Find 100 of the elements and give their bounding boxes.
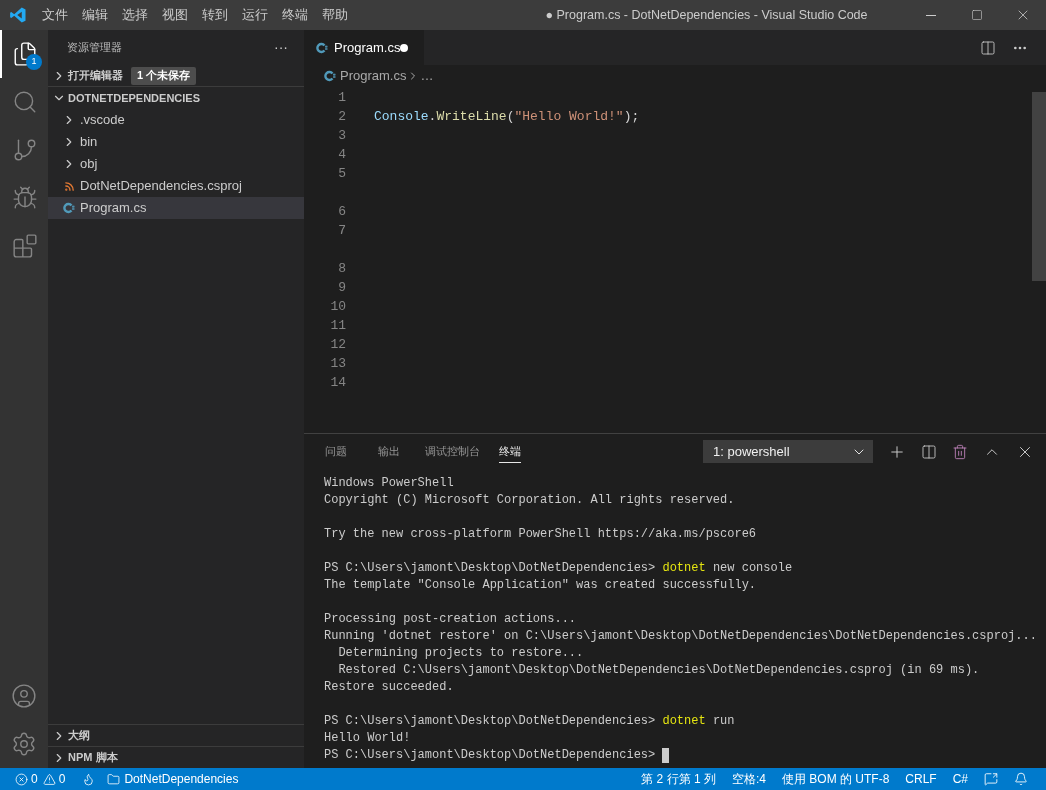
line-number: 8 bbox=[337, 259, 346, 278]
maximize-icon bbox=[971, 9, 983, 21]
menu-item[interactable]: 转到 bbox=[195, 5, 235, 25]
terminal-line: Copyright (C) Microsoft Corporation. All rights reserved. bbox=[324, 492, 735, 509]
terminal-line: Restored C:\Users\jamont\Desktop\DotNetDependencies\DotNetDependencies.csproj (in 69 ms). bbox=[337, 662, 980, 679]
code-line: Console.WriteLine("Hello World!"); bbox=[374, 107, 640, 126]
file-tree-item[interactable]: .vscode bbox=[48, 109, 304, 131]
line-number: 5 bbox=[337, 164, 346, 183]
terminal-line: PS C:\Users\jamont\Desktop\DotNetDependencies> bbox=[324, 747, 657, 764]
menu-item[interactable]: 文件 bbox=[35, 5, 75, 25]
split-terminal-icon[interactable] bbox=[921, 443, 937, 460]
line-number: 10 bbox=[329, 297, 346, 316]
scrollbar-thumb[interactable] bbox=[1032, 92, 1046, 281]
terminal-select[interactable]: 1: powershell bbox=[703, 440, 873, 463]
branch-icon bbox=[12, 137, 38, 163]
line-number: 3 bbox=[337, 126, 346, 145]
line-number: 2 bbox=[337, 107, 346, 126]
file-tree-item[interactable]: obj bbox=[48, 153, 304, 175]
error-count: 0 bbox=[31, 771, 38, 788]
line-number: 14 bbox=[329, 373, 346, 392]
csharp-file-icon bbox=[316, 41, 328, 54]
trash-icon[interactable] bbox=[952, 443, 968, 460]
terminal-line: Windows PowerShell bbox=[324, 475, 454, 492]
file-tree-item[interactable]: DotNetDependencies.csproj bbox=[48, 175, 304, 197]
section-label: 打开编辑器 bbox=[68, 68, 123, 84]
status-item[interactable]: 使用 BOM 的 UTF-8 bbox=[773, 770, 898, 788]
line-number: 7 bbox=[337, 221, 346, 240]
folder-status[interactable]: DotNetDependencies bbox=[107, 770, 239, 788]
line-number: 12 bbox=[329, 335, 346, 354]
status-item[interactable]: 空格:4 bbox=[723, 770, 774, 788]
warning-icon bbox=[42, 772, 56, 786]
flame-icon[interactable] bbox=[82, 772, 96, 786]
files-icon bbox=[12, 41, 38, 67]
terminal-line: Determining projects to restore... bbox=[337, 645, 584, 662]
line-number: 6 bbox=[337, 202, 346, 221]
feed-icon bbox=[63, 180, 75, 192]
panel-tab[interactable]: 问题 bbox=[325, 440, 347, 463]
open-editors-header[interactable]: 打开编辑器 1 个未保存 bbox=[48, 65, 304, 87]
collapsed-section-header[interactable]: 大纲 bbox=[48, 724, 304, 746]
window-title: ● Program.cs - DotNetDependencies - Visual Studio Code bbox=[545, 6, 868, 24]
line-number: 13 bbox=[329, 354, 346, 373]
settings-icon bbox=[11, 731, 37, 757]
terminal-line: The template "Console Application" was created successfully. bbox=[324, 577, 757, 594]
status-item[interactable]: C# bbox=[944, 770, 976, 788]
menu-item[interactable]: 选择 bbox=[115, 5, 155, 25]
section-label: 大纲 bbox=[68, 728, 90, 744]
section-label: NPM 脚本 bbox=[68, 750, 118, 766]
folder-icon bbox=[107, 772, 121, 786]
terminal-line: Running 'dotnet restore' on C:\Users\jamont\Desktop\DotNetDependencies\DotNetDependencies.csproj... bbox=[324, 628, 1037, 645]
split-editor-icon[interactable] bbox=[980, 39, 996, 56]
file-name: Program.cs bbox=[80, 199, 147, 218]
account-icon bbox=[11, 683, 37, 709]
menu-item[interactable]: 帮助 bbox=[315, 5, 355, 25]
file-name: obj bbox=[80, 155, 98, 174]
breadcrumb-item[interactable]: … bbox=[420, 66, 434, 86]
terminal-line: Hello World! bbox=[324, 730, 411, 747]
section-label: DOTNETDEPENDENCIES bbox=[68, 90, 201, 106]
more-button[interactable]: ··· bbox=[274, 37, 288, 58]
feedback-icon[interactable] bbox=[984, 772, 998, 786]
menu-item[interactable]: 编辑 bbox=[75, 5, 115, 25]
status-item[interactable]: CRLF bbox=[897, 770, 945, 788]
status-item[interactable]: 第 2 行第 1 列 bbox=[633, 770, 724, 788]
csharp-file-icon bbox=[63, 202, 75, 214]
line-number: 1 bbox=[337, 88, 346, 107]
blocks-icon bbox=[12, 233, 38, 259]
menu-item[interactable]: 运行 bbox=[235, 5, 275, 25]
bug-icon bbox=[12, 185, 38, 211]
app-logo-icon bbox=[8, 6, 27, 24]
problems-status[interactable]: 0 0 bbox=[10, 770, 71, 788]
sidebar-title: 资源管理器 bbox=[67, 40, 122, 56]
panel-tab[interactable]: 调试控制台 bbox=[425, 440, 480, 463]
line-number: 11 bbox=[329, 316, 346, 335]
editor-tab[interactable]: Program.cs bbox=[304, 30, 425, 65]
menu-item[interactable]: 终端 bbox=[275, 5, 315, 25]
unsaved-badge: 1 个未保存 bbox=[131, 66, 197, 85]
minimize-icon bbox=[926, 14, 936, 16]
warning-count: 0 bbox=[58, 771, 66, 788]
bell-icon[interactable] bbox=[1014, 772, 1028, 786]
breadcrumb-item[interactable]: Program.cs bbox=[340, 66, 407, 86]
folder-name: DotNetDependencies bbox=[124, 771, 239, 788]
file-tree-item[interactable]: bin bbox=[48, 131, 304, 153]
file-name: .vscode bbox=[80, 111, 125, 130]
terminal-line: Try the new cross-platform PowerShell https://aka.ms/pscore6 bbox=[324, 526, 757, 543]
terminal-line: Restore succeeded. bbox=[324, 679, 454, 696]
terminal-line: PS C:\Users\jamont\Desktop\DotNetDependencies> dotnet new console bbox=[324, 560, 793, 577]
menu-item[interactable]: 视图 bbox=[155, 5, 195, 25]
tab-label: Program.cs bbox=[334, 38, 401, 57]
search-icon bbox=[12, 89, 38, 115]
line-number: 9 bbox=[337, 278, 346, 297]
file-name: DotNetDependencies.csproj bbox=[80, 177, 242, 196]
terminal-line: PS C:\Users\jamont\Desktop\DotNetDependencies> dotnet run bbox=[324, 713, 735, 730]
panel-tab[interactable]: 输出 bbox=[378, 440, 400, 463]
line-number: 4 bbox=[337, 145, 346, 164]
file-tree-item[interactable]: Program.cs bbox=[48, 197, 304, 219]
error-icon bbox=[15, 772, 28, 786]
folder-header[interactable]: DOTNETDEPENDENCIES bbox=[48, 87, 304, 109]
file-name: bin bbox=[80, 133, 98, 152]
terminal-line: Processing post-creation actions... bbox=[324, 611, 577, 628]
panel-tab[interactable]: 终端 bbox=[499, 440, 521, 463]
csharp-file-icon bbox=[324, 70, 336, 82]
